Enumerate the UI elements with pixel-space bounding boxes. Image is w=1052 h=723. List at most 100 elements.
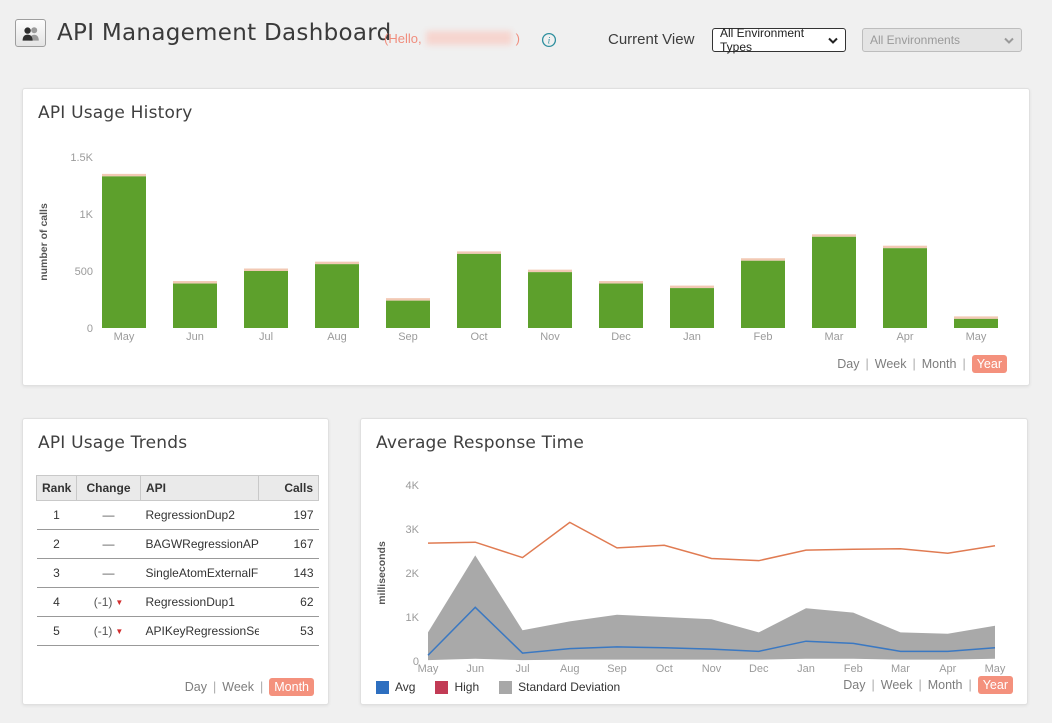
svg-text:Jun: Jun (466, 663, 484, 675)
table-row: 4(-1)▼RegressionDup162 (37, 588, 319, 617)
range-option-month[interactable]: Month (928, 678, 963, 692)
bar-cap (528, 270, 572, 273)
response-time-range-selector: Day|Week|Month|Year (843, 678, 1013, 692)
legend-item-standard-deviation: Standard Deviation (499, 680, 620, 694)
hello-prefix: (Hello, (384, 31, 422, 46)
column-header-change: Change (77, 476, 141, 501)
range-separator: | (912, 357, 915, 371)
svg-text:Feb: Feb (754, 331, 773, 343)
svg-text:May: May (418, 663, 439, 675)
bar-9-feb[interactable] (741, 261, 785, 328)
bar-3-aug[interactable] (315, 264, 359, 328)
range-separator: | (260, 680, 263, 694)
cell-rank: 2 (37, 530, 77, 559)
bar-8-jan[interactable] (670, 288, 714, 328)
svg-text:Apr: Apr (939, 663, 956, 675)
bar-4-sep[interactable] (386, 301, 430, 328)
cell-change: — (77, 501, 141, 530)
cell-calls: 62 (259, 588, 319, 617)
bar-11-apr[interactable] (883, 248, 927, 328)
svg-text:Feb: Feb (844, 663, 863, 675)
column-header-api: API (141, 476, 259, 501)
cell-change: — (77, 559, 141, 588)
legend-label: Standard Deviation (518, 680, 620, 694)
cell-api: SingleAtomExternalF (141, 559, 259, 588)
range-option-week[interactable]: Week (875, 357, 907, 371)
redacted-username (426, 31, 512, 45)
environment-types-select[interactable]: All Environment Types (712, 28, 846, 52)
bar-cap (315, 262, 359, 265)
range-separator: | (872, 678, 875, 692)
range-option-week[interactable]: Week (222, 680, 254, 694)
column-header-rank: Rank (37, 476, 77, 501)
table-row: 3—SingleAtomExternalF143 (37, 559, 319, 588)
range-option-month[interactable]: Month (269, 678, 314, 696)
usage-history-chart: 05001K1.5Knumber of callsMayJunJulAugSep… (33, 141, 1013, 356)
high-line (428, 522, 995, 560)
svg-text:Sep: Sep (607, 663, 627, 675)
svg-text:1K: 1K (80, 209, 94, 221)
range-separator: | (866, 357, 869, 371)
cell-api: RegressionDup1 (141, 588, 259, 617)
response-time-panel: Average Response Time 01K2K3K4Kmilliseco… (360, 418, 1028, 705)
bar-0-may[interactable] (102, 176, 146, 328)
svg-text:Jan: Jan (683, 331, 701, 343)
range-option-day[interactable]: Day (843, 678, 865, 692)
bar-cap (670, 286, 714, 289)
legend-swatch (499, 681, 512, 694)
svg-text:1.5K: 1.5K (70, 152, 93, 164)
cell-api: BAGWRegressionAPI (141, 530, 259, 559)
bar-cap (173, 281, 217, 284)
bar-6-nov[interactable] (528, 272, 572, 328)
environments-value: All Environments (870, 33, 960, 47)
bar-10-mar[interactable] (812, 237, 856, 328)
hello-greeting: (Hello, ) (384, 29, 520, 47)
info-icon[interactable]: i (541, 32, 557, 48)
range-option-year[interactable]: Year (978, 676, 1013, 694)
bar-2-jul[interactable] (244, 271, 288, 328)
bar-5-oct[interactable] (457, 254, 501, 328)
cell-rank: 3 (37, 559, 77, 588)
range-option-week[interactable]: Week (881, 678, 913, 692)
legend-swatch (376, 681, 389, 694)
svg-text:May: May (114, 331, 135, 343)
range-option-year[interactable]: Year (972, 355, 1007, 373)
usage-trends-range-selector: Day|Week|Month (185, 680, 314, 694)
svg-text:milliseconds: milliseconds (376, 541, 388, 605)
chevron-down-icon (828, 37, 838, 44)
cell-calls: 197 (259, 501, 319, 530)
legend-item-high: High (435, 680, 479, 694)
bar-1-jun[interactable] (173, 284, 217, 328)
svg-text:Sep: Sep (398, 331, 418, 343)
bar-cap (812, 234, 856, 237)
usage-history-panel: API Usage History 05001K1.5Knumber of ca… (22, 88, 1030, 386)
column-header-calls: Calls (259, 476, 319, 501)
range-separator: | (962, 357, 965, 371)
bar-7-dec[interactable] (599, 284, 643, 328)
page-title: API Management Dashboard (57, 20, 392, 46)
legend-label: High (454, 680, 479, 694)
users-icon (15, 19, 46, 47)
table-row: 5(-1)▼APIKeyRegressionSe53 (37, 617, 319, 646)
down-triangle-icon: ▼ (115, 627, 123, 636)
svg-text:May: May (985, 663, 1006, 675)
svg-text:Dec: Dec (749, 663, 769, 675)
svg-text:May: May (966, 331, 987, 343)
range-option-day[interactable]: Day (185, 680, 207, 694)
range-option-month[interactable]: Month (922, 357, 957, 371)
range-option-day[interactable]: Day (837, 357, 859, 371)
svg-text:number of calls: number of calls (38, 203, 50, 281)
bar-12-may[interactable] (954, 319, 998, 328)
change-value: (-1) (94, 595, 113, 609)
svg-text:Jul: Jul (515, 663, 529, 675)
svg-text:Jun: Jun (186, 331, 204, 343)
bar-cap (102, 174, 146, 177)
usage-trends-panel: API Usage Trends RankChangeAPICalls 1—Re… (22, 418, 329, 705)
current-view-label: Current View (608, 27, 694, 51)
cell-change: (-1)▼ (77, 617, 141, 646)
range-separator: | (968, 678, 971, 692)
svg-text:Nov: Nov (540, 331, 560, 343)
cell-rank: 5 (37, 617, 77, 646)
svg-text:Apr: Apr (896, 331, 913, 343)
bar-cap (457, 251, 501, 254)
